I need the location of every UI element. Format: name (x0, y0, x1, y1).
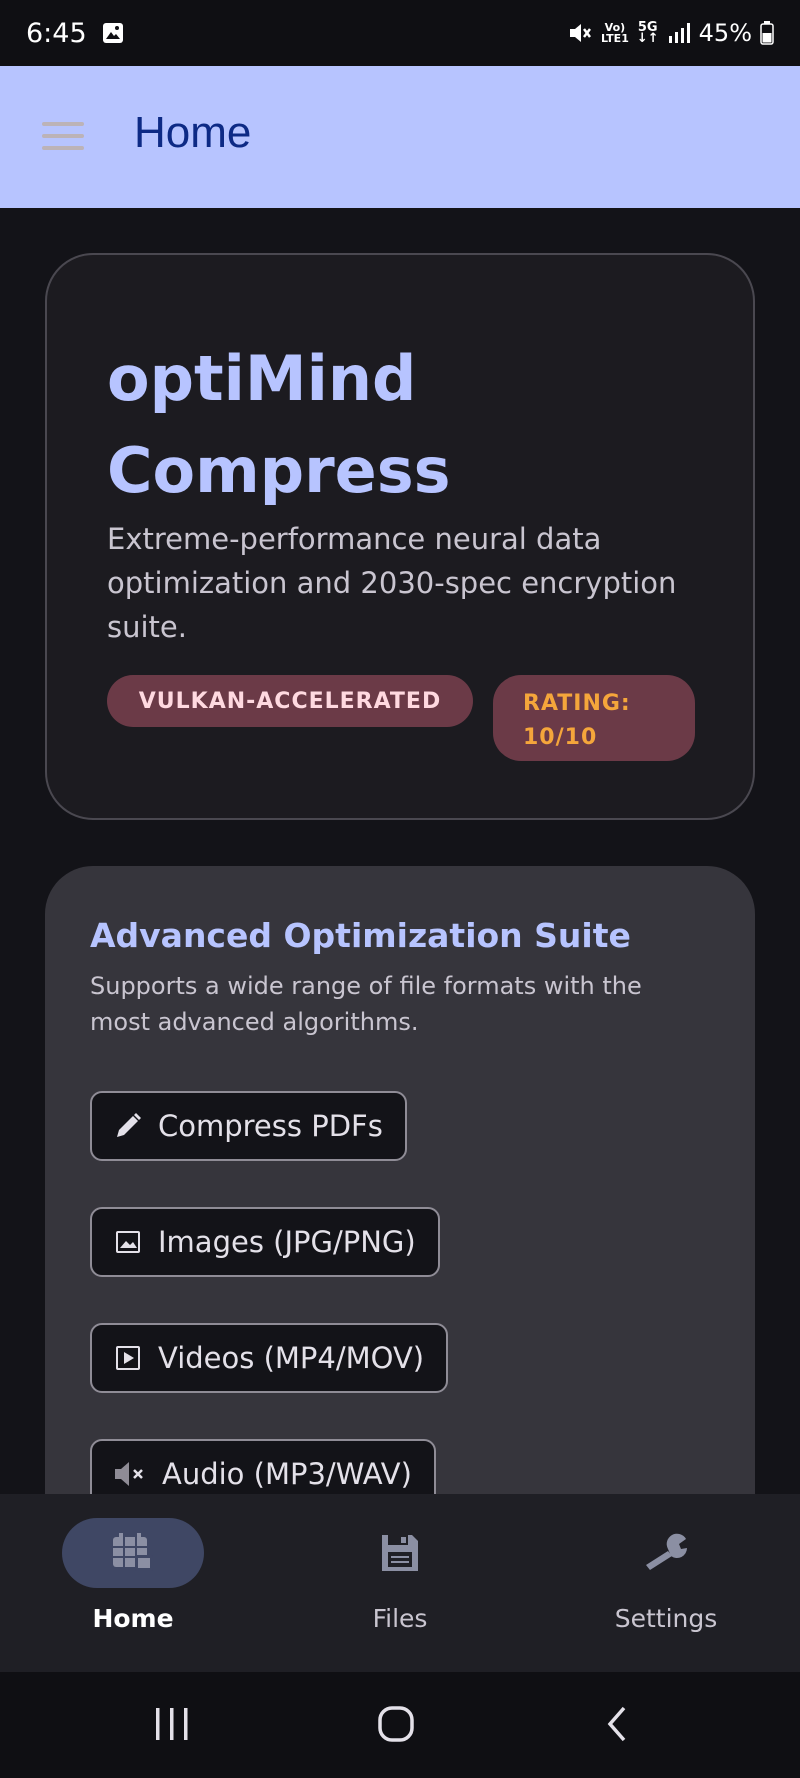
back-icon[interactable] (604, 1704, 632, 1744)
status-time: 6:45 (26, 17, 87, 49)
suite-description: Supports a wide range of file formats wi… (90, 972, 642, 1036)
image-icon (116, 1231, 140, 1253)
battery-percent: 45% (698, 19, 752, 47)
battery-icon (760, 21, 774, 45)
vulkan-badge: VULKAN-ACCELERATED (107, 675, 473, 727)
suite-title: Advanced Optimization Suite (90, 916, 631, 955)
wrench-icon (646, 1533, 687, 1570)
button-label: Compress PDFs (158, 1109, 383, 1143)
save-icon (382, 1535, 418, 1571)
nav-label: Settings (614, 1604, 718, 1633)
recent-apps-icon[interactable] (152, 1706, 192, 1742)
optimization-suite-card: Advanced Optimization Suite Supports a w… (45, 866, 755, 1509)
button-label: Audio (MP3/WAV) (162, 1457, 412, 1491)
nav-home[interactable]: Home (33, 1518, 233, 1633)
hamburger-menu-icon[interactable] (42, 122, 84, 152)
app-title: optiMind Compress (107, 342, 451, 507)
videos-button[interactable]: Videos (MP4/MOV) (90, 1323, 449, 1393)
video-icon (116, 1346, 140, 1370)
bottom-navigation: Home Files Settings (0, 1494, 800, 1672)
signal-icon (668, 23, 690, 43)
nav-label: Home (92, 1604, 174, 1633)
network-indicator: 5G ↓↑ (636, 20, 659, 46)
home-grid-icon (113, 1533, 153, 1571)
volte-indicator: Vo) LTE1 (600, 21, 629, 45)
images-button[interactable]: Images (JPG/PNG) (90, 1207, 440, 1277)
compress-pdfs-button[interactable]: Compress PDFs (90, 1091, 407, 1161)
gallery-notification-icon (102, 23, 123, 43)
page-title: Home (134, 108, 252, 157)
home-button-icon[interactable] (376, 1704, 416, 1744)
button-label: Images (JPG/PNG) (158, 1225, 416, 1259)
nav-settings[interactable]: Settings (566, 1518, 766, 1633)
status-bar: 6:45 Vo) LTE1 5G ↓↑ 45% (0, 0, 800, 66)
pencil-icon (117, 1113, 141, 1137)
nav-files[interactable]: Files (300, 1518, 500, 1633)
system-navigation-bar (0, 1672, 800, 1778)
hero-card: optiMind Compress Extreme-performance ne… (45, 253, 755, 820)
nav-label: Files (372, 1604, 428, 1633)
rating-badge: RATING: 10/10 (493, 675, 695, 761)
vibrate-mute-icon (569, 24, 591, 42)
mute-icon (115, 1462, 143, 1486)
button-label: Videos (MP4/MOV) (158, 1341, 425, 1375)
top-app-bar: Home (0, 66, 800, 208)
app-subtitle: Extreme-performance neural data optimiza… (107, 522, 677, 644)
